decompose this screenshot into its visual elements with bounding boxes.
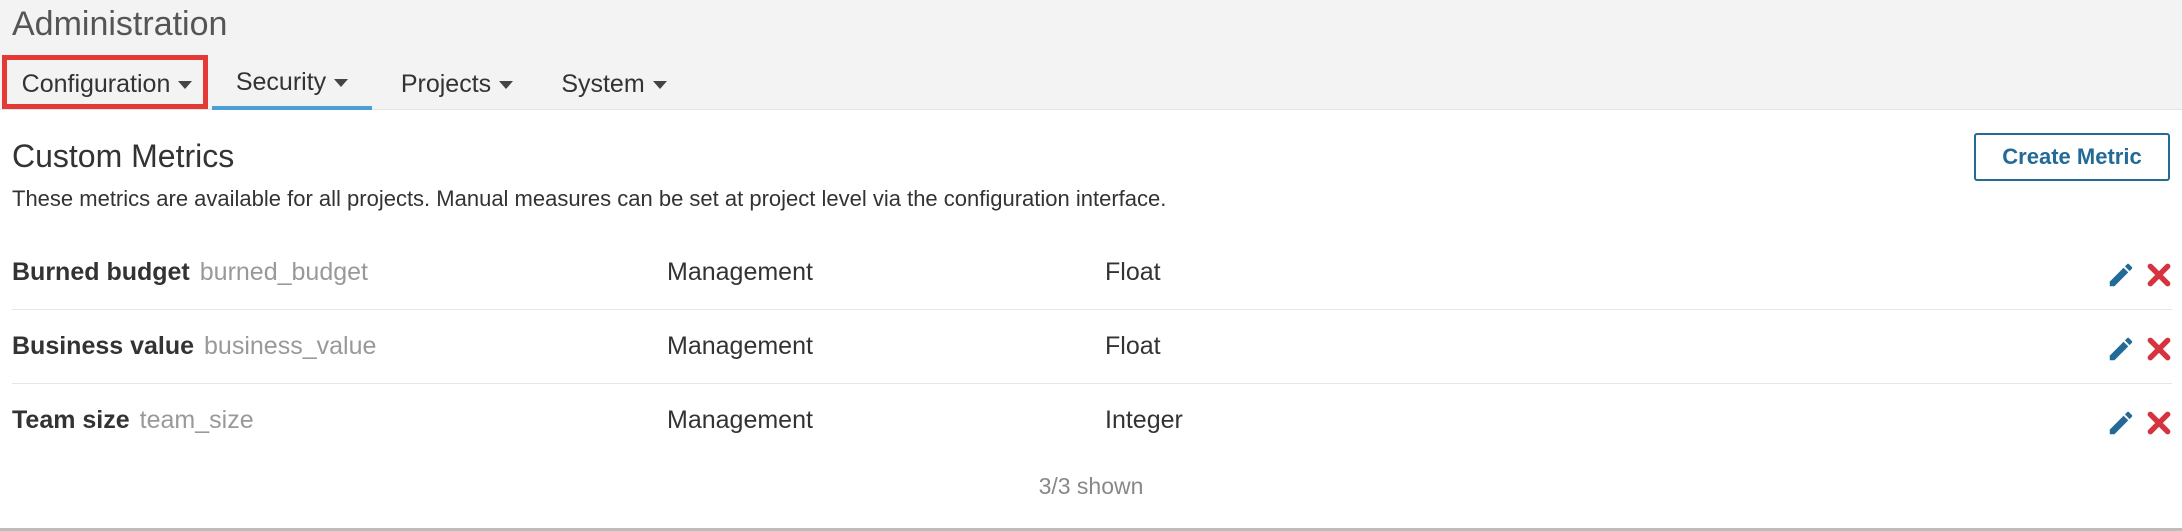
metric-type: Integer [1105, 406, 1183, 434]
close-icon[interactable] [2146, 410, 2172, 436]
create-metric-button[interactable]: Create Metric [1974, 133, 2170, 181]
metric-key: team_size [139, 406, 254, 434]
tab-system-label: System [561, 69, 645, 98]
page-title: Administration [12, 5, 228, 43]
pencil-icon[interactable] [2106, 334, 2136, 364]
caret-down-icon [652, 81, 667, 89]
metric-name: Business value [12, 332, 195, 360]
tab-configuration[interactable]: Configuration [4, 58, 210, 110]
tab-security[interactable]: Security [212, 58, 372, 110]
tab-projects[interactable]: Projects [386, 58, 528, 110]
metric-domain: Management [667, 406, 813, 434]
table-row: Team size team_size Management Integer [0, 384, 2182, 458]
metric-domain: Management [667, 258, 813, 286]
tab-system[interactable]: System [546, 58, 682, 110]
table-row: Business value business_value Management … [0, 310, 2182, 384]
metric-name-cell: Business value business_value [12, 330, 376, 362]
metric-type: Float [1105, 332, 1161, 360]
pencil-icon[interactable] [2106, 260, 2136, 290]
tab-configuration-label: Configuration [21, 69, 171, 98]
section-title: Custom Metrics [12, 138, 235, 174]
metric-type: Float [1105, 258, 1161, 286]
close-icon[interactable] [2146, 336, 2172, 362]
row-divider [12, 309, 2172, 310]
metric-name: Team size [12, 406, 130, 434]
tab-projects-label: Projects [400, 69, 492, 98]
row-divider [12, 383, 2172, 384]
caret-down-icon [334, 79, 349, 87]
metric-domain: Management [667, 332, 813, 360]
caret-down-icon [178, 81, 193, 89]
pencil-icon[interactable] [2106, 408, 2136, 438]
shown-count: 3/3 shown [1038, 473, 1144, 499]
metric-name-cell: Burned budget burned_budget [12, 256, 368, 288]
table-row: Burned budget burned_budget Management Fl… [0, 236, 2182, 310]
section-description: These metrics are available for all proj… [12, 186, 1167, 211]
caret-down-icon [499, 81, 514, 89]
metric-name-cell: Team size team_size [12, 404, 254, 436]
close-icon[interactable] [2146, 262, 2172, 288]
tab-security-label: Security [235, 67, 327, 96]
metric-key: business_value [204, 332, 377, 360]
metric-name: Burned budget [12, 258, 190, 286]
metric-key: burned_budget [199, 258, 368, 286]
page-header: Administration Configuration Security Pr… [0, 0, 2182, 110]
